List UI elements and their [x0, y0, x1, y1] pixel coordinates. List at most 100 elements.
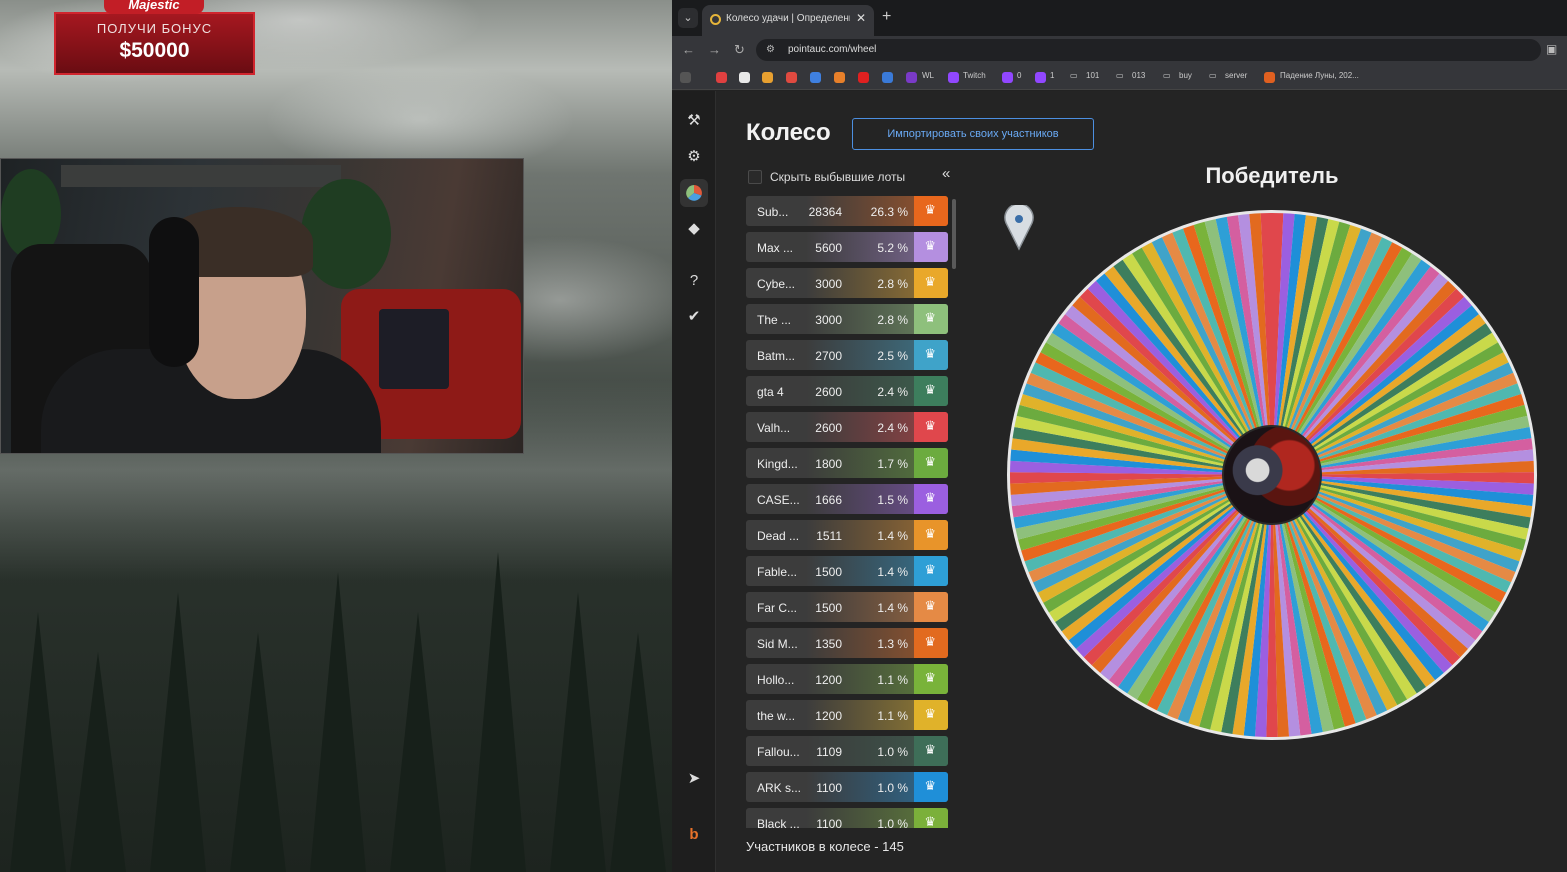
lot-action-icon[interactable]: ♛ [924, 706, 936, 722]
back-icon[interactable]: ← [682, 42, 695, 57]
bookmark-icon[interactable] [858, 72, 869, 83]
tab-bar: ⌄ Колесо удачи | Определение по ✕ + [672, 0, 1567, 36]
lot-amount: 1511 [816, 529, 842, 543]
new-tab-button[interactable]: + [882, 8, 891, 26]
site-info-icon[interactable]: ⚙ [766, 44, 775, 55]
lot-action-icon[interactable]: ♛ [924, 490, 936, 506]
lot-amount: 28364 [808, 205, 842, 219]
lot-row[interactable]: Batm... 2700 2.5 % ♛ [746, 340, 948, 370]
tab-search-button[interactable]: ⌄ [678, 8, 698, 28]
promo-bonus-label: ПОЛУЧИ БОНУС [96, 21, 213, 36]
lot-percent: 1.4 % [877, 565, 908, 579]
lot-action-icon[interactable]: ♛ [924, 202, 936, 218]
lot-row[interactable]: Fallou... 1109 1.0 % ♛ [746, 736, 948, 766]
lot-action-icon[interactable]: ♛ [924, 238, 936, 254]
lot-name: the w... [757, 709, 796, 723]
lot-percent: 1.0 % [877, 817, 908, 828]
help-icon[interactable]: ? [680, 267, 708, 295]
lots-scrollbar[interactable] [952, 199, 956, 269]
lot-action-icon[interactable]: ♛ [924, 634, 936, 650]
lot-row[interactable]: Black ... 1100 1.0 % ♛ [746, 808, 948, 828]
lot-action-icon[interactable]: ♛ [924, 742, 936, 758]
layers-icon[interactable]: ◆ [680, 215, 708, 243]
lot-amount: 1500 [815, 601, 842, 615]
lot-action-icon[interactable]: ♛ [924, 310, 936, 326]
import-participants-button[interactable]: Импортировать своих участников [852, 118, 1094, 150]
folder-icon: ▭ [1163, 71, 1171, 80]
bookmark-moonfall[interactable]: Падение Луны, 202... [1280, 71, 1359, 80]
lot-row[interactable]: The ... 3000 2.8 % ♛ [746, 304, 948, 334]
lot-amount: 3000 [815, 277, 842, 291]
forward-icon[interactable]: → [708, 42, 721, 57]
lot-row[interactable]: gta 4 2600 2.4 % ♛ [746, 376, 948, 406]
lot-name: Cybe... [757, 277, 796, 291]
lot-action-icon[interactable]: ♛ [924, 598, 936, 614]
lot-name: ARK s... [757, 781, 802, 795]
lot-row[interactable]: ARK s... 1100 1.0 % ♛ [746, 772, 948, 802]
lot-row[interactable]: Max ... 5600 5.2 % ♛ [746, 232, 948, 262]
bookmark-server[interactable]: server [1225, 71, 1247, 80]
boosty-icon[interactable]: b [680, 821, 708, 849]
bookmark-icon[interactable] [834, 72, 845, 83]
lot-percent: 2.4 % [877, 385, 908, 399]
lot-action-icon[interactable]: ♛ [924, 382, 936, 398]
lot-row[interactable]: Far C... 1500 1.4 % ♛ [746, 592, 948, 622]
lot-row[interactable]: Fable... 1500 1.4 % ♛ [746, 556, 948, 586]
lot-row[interactable]: Dead ... 1511 1.4 % ♛ [746, 520, 948, 550]
lot-row[interactable]: Kingd... 1800 1.7 % ♛ [746, 448, 948, 478]
apps-icon[interactable] [680, 72, 691, 83]
lot-action-icon[interactable]: ♛ [924, 454, 936, 470]
hide-eliminated-checkbox[interactable] [748, 170, 762, 184]
lot-row[interactable]: Hollo... 1200 1.1 % ♛ [746, 664, 948, 694]
lot-row[interactable]: Sid M... 1350 1.3 % ♛ [746, 628, 948, 658]
lot-action-icon[interactable]: ♛ [924, 562, 936, 578]
telegram-icon[interactable]: ➤ [680, 765, 708, 793]
lot-action-icon[interactable]: ♛ [924, 526, 936, 542]
hide-eliminated-toggle[interactable]: Скрыть выбывшие лоты [746, 167, 960, 187]
lot-row[interactable]: CASE... 1666 1.5 % ♛ [746, 484, 948, 514]
bookmark-101[interactable]: 101 [1086, 71, 1099, 80]
settings-gear-icon[interactable]: ⚙ [680, 143, 708, 171]
bookmarks-bar: WL Twitch 0 1 ▭ 101 ▭ 013 ▭ buy ▭ server… [672, 64, 1567, 90]
lot-row[interactable]: Valh... 2600 2.4 % ♛ [746, 412, 948, 442]
bookmark-icon[interactable] [882, 72, 893, 83]
bookmark-icon[interactable] [906, 72, 917, 83]
extensions-icon[interactable]: ▣ [1546, 42, 1557, 56]
lot-percent: 1.3 % [877, 637, 908, 651]
bookmark-wl[interactable]: WL [922, 71, 934, 80]
bookmark-buy[interactable]: buy [1179, 71, 1192, 80]
lot-row[interactable]: Cybe... 3000 2.8 % ♛ [746, 268, 948, 298]
lot-action-icon[interactable]: ♛ [924, 814, 936, 828]
reload-icon[interactable]: ↻ [734, 42, 745, 58]
bookmark-1[interactable]: 1 [1050, 71, 1054, 80]
bookmark-icon[interactable] [762, 72, 773, 83]
shield-check-icon[interactable]: ✔ [680, 303, 708, 331]
close-tab-icon[interactable]: ✕ [856, 11, 866, 25]
lot-amount: 2600 [815, 421, 842, 435]
tab-wheel[interactable]: Колесо удачи | Определение по ✕ [702, 5, 874, 36]
url-field[interactable]: ⚙ pointauc.com/wheel [756, 39, 1541, 61]
lot-action-icon[interactable]: ♛ [924, 670, 936, 686]
lot-row[interactable]: Sub... 28364 26.3 % ♛ [746, 196, 948, 226]
page-title: Колесо [746, 119, 831, 146]
auction-hammer-icon[interactable]: ⚒ [680, 107, 708, 135]
bookmark-013[interactable]: 013 [1132, 71, 1145, 80]
lot-action-icon[interactable]: ♛ [924, 778, 936, 794]
lot-action-icon[interactable]: ♛ [924, 274, 936, 290]
bookmark-twitch[interactable]: Twitch [963, 71, 986, 80]
bookmark-icon[interactable] [810, 72, 821, 83]
wheel-pie-icon[interactable] [680, 179, 708, 207]
lot-amount: 2600 [815, 385, 842, 399]
lot-action-icon[interactable]: ♛ [924, 346, 936, 362]
lot-amount: 5600 [815, 241, 842, 255]
bookmark-icon[interactable] [716, 72, 727, 83]
lot-row[interactable]: the w... 1200 1.1 % ♛ [746, 700, 948, 730]
bookmark-0[interactable]: 0 [1017, 71, 1021, 80]
bookmark-icon[interactable] [786, 72, 797, 83]
bookmark-icon[interactable] [739, 72, 750, 83]
lot-action-icon[interactable]: ♛ [924, 418, 936, 434]
collapse-list-icon[interactable]: « [942, 165, 950, 182]
hide-eliminated-label: Скрыть выбывшие лоты [770, 170, 906, 184]
twitch-icon [1035, 72, 1046, 83]
prize-wheel[interactable] [1002, 205, 1542, 745]
